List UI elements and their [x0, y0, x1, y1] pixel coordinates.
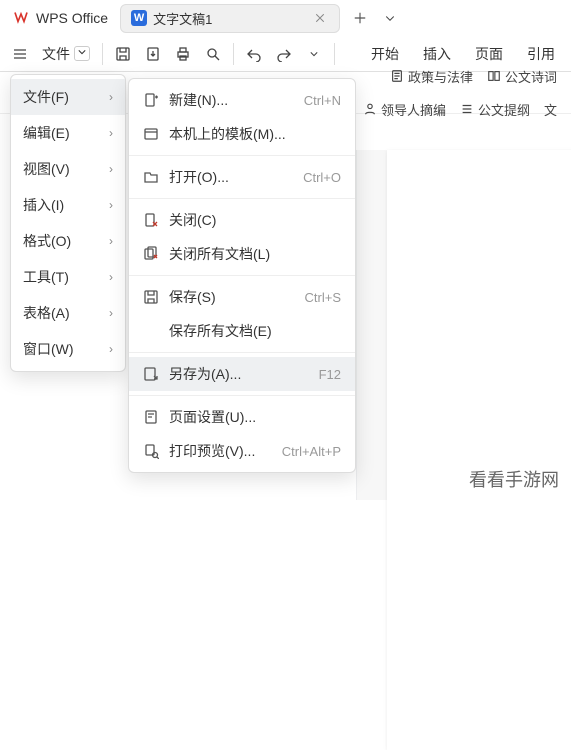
divider — [334, 43, 335, 65]
save-icon[interactable] — [109, 40, 137, 68]
close-all-icon — [143, 246, 159, 262]
wps-logo-icon — [12, 8, 30, 29]
menu-save[interactable]: 保存(S)Ctrl+S — [129, 280, 355, 314]
open-folder-icon — [143, 169, 159, 185]
document-tab[interactable]: W 文字文稿1 — [120, 4, 340, 33]
export-icon[interactable] — [139, 40, 167, 68]
chevron-right-icon: › — [109, 342, 113, 356]
new-tab-button[interactable] — [346, 4, 374, 32]
close-tab-button[interactable] — [311, 9, 329, 27]
print-preview-menu-icon — [143, 443, 159, 459]
word-doc-icon: W — [131, 10, 147, 26]
menu-edit[interactable]: 编辑(E)› — [11, 115, 125, 151]
chip-text[interactable]: 文 — [538, 96, 563, 123]
menu-close-all[interactable]: 关闭所有文档(L) — [129, 237, 355, 271]
main-menu: 文件(F)› 编辑(E)› 视图(V)› 插入(I)› 格式(O)› 工具(T)… — [10, 74, 126, 372]
menu-separator — [129, 198, 355, 199]
file-submenu: 新建(N)...Ctrl+N 本机上的模板(M)... 打开(O)...Ctrl… — [128, 78, 356, 473]
menu-save-all[interactable]: 保存所有文档(E) — [129, 314, 355, 348]
menu-table[interactable]: 表格(A)› — [11, 295, 125, 331]
chevron-right-icon: › — [109, 306, 113, 320]
chevron-right-icon: › — [109, 198, 113, 212]
blank-icon — [143, 323, 159, 339]
menu-close[interactable]: 关闭(C) — [129, 203, 355, 237]
menu-tools[interactable]: 工具(T)› — [11, 259, 125, 295]
redo-icon[interactable] — [270, 40, 298, 68]
document-area: ⋮⋮ — [356, 150, 571, 500]
menu-window[interactable]: 窗口(W)› — [11, 331, 125, 367]
print-icon[interactable] — [169, 40, 197, 68]
print-preview-icon[interactable] — [199, 40, 227, 68]
undo-icon[interactable] — [240, 40, 268, 68]
menu-page-setup[interactable]: 页面设置(U)... — [129, 400, 355, 434]
menu-separator — [129, 275, 355, 276]
menu-save-as[interactable]: 另存为(A)...F12 — [129, 357, 355, 391]
chevron-down-icon — [74, 46, 90, 61]
menu-separator — [129, 395, 355, 396]
watermark-text: 看看手游网 — [469, 466, 559, 492]
hamburger-menu-icon[interactable] — [6, 40, 34, 68]
tab-list-button[interactable] — [376, 4, 404, 32]
menu-format[interactable]: 格式(O)› — [11, 223, 125, 259]
chevron-right-icon: › — [109, 234, 113, 248]
app-brand[interactable]: WPS Office — [6, 4, 114, 33]
menu-insert[interactable]: 插入(I)› — [11, 187, 125, 223]
doc-title: 文字文稿1 — [153, 9, 212, 28]
close-doc-icon — [143, 212, 159, 228]
document-page[interactable] — [387, 150, 571, 750]
chip-leader-excerpts[interactable]: 领导人摘编 — [357, 96, 452, 123]
save-as-icon — [143, 366, 159, 382]
chevron-right-icon: › — [109, 162, 113, 176]
chevron-right-icon: › — [109, 126, 113, 140]
divider — [233, 43, 234, 65]
chip-poetry[interactable]: 公文诗词 — [481, 63, 563, 90]
app-name: WPS Office — [36, 10, 108, 26]
chip-policy-law[interactable]: 政策与法律 — [384, 63, 479, 90]
menu-print-preview[interactable]: 打印预览(V)...Ctrl+Alt+P — [129, 434, 355, 468]
menu-file[interactable]: 文件(F)› — [11, 79, 125, 115]
menu-separator — [129, 155, 355, 156]
dropdown-icon[interactable] — [300, 40, 328, 68]
new-file-icon — [143, 92, 159, 108]
template-icon — [143, 126, 159, 142]
page-setup-icon — [143, 409, 159, 425]
menu-template[interactable]: 本机上的模板(M)... — [129, 117, 355, 151]
title-bar: WPS Office W 文字文稿1 — [0, 0, 571, 36]
chevron-right-icon: › — [109, 270, 113, 284]
menu-open[interactable]: 打开(O)...Ctrl+O — [129, 160, 355, 194]
file-menu-button[interactable]: 文件 — [36, 41, 96, 67]
menu-separator — [129, 352, 355, 353]
divider — [102, 43, 103, 65]
menu-new[interactable]: 新建(N)...Ctrl+N — [129, 83, 355, 117]
chevron-right-icon: › — [109, 90, 113, 104]
save-disk-icon — [143, 289, 159, 305]
menu-view[interactable]: 视图(V)› — [11, 151, 125, 187]
chip-outline[interactable]: 公文提纲 — [454, 96, 536, 123]
